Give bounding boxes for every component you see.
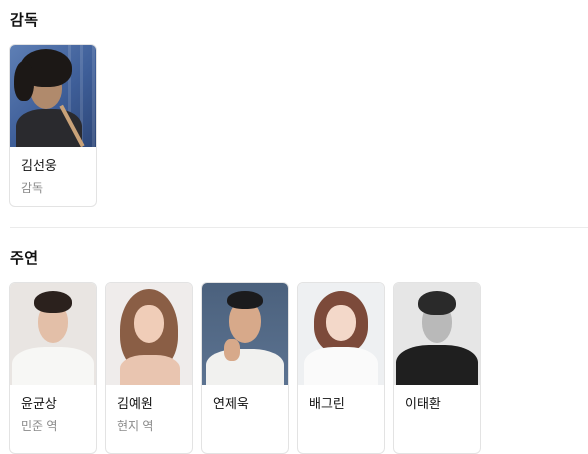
cast-photo[interactable]	[298, 283, 384, 385]
cast-card[interactable]: 김예원 현지 역	[105, 282, 193, 454]
cast-photo[interactable]	[394, 283, 480, 385]
cast-photo[interactable]	[106, 283, 192, 385]
director-role: 감독	[21, 181, 44, 195]
cast-role: 현지 역	[117, 419, 154, 433]
cast-photo[interactable]	[10, 283, 96, 385]
cast-name: 연제욱	[213, 396, 249, 411]
cast-photo[interactable]	[202, 283, 288, 385]
cast-name: 윤균상	[21, 396, 57, 411]
cast-card[interactable]: 배그린	[297, 282, 385, 454]
section-divider	[10, 227, 588, 228]
cast-role: 민준 역	[21, 419, 58, 433]
cast-card[interactable]: 윤균상 민준 역	[9, 282, 97, 454]
director-name: 김선웅	[21, 158, 57, 173]
cast-section-title: 주연	[10, 250, 39, 267]
director-card[interactable]: 김선웅 감독	[9, 44, 97, 207]
cast-card[interactable]: 이태환	[393, 282, 481, 454]
director-section-title: 감독	[10, 12, 39, 29]
cast-name: 배그린	[309, 396, 345, 411]
cast-name: 김예원	[117, 396, 153, 411]
director-photo[interactable]	[10, 45, 96, 147]
cast-name: 이태환	[405, 396, 441, 411]
cast-card[interactable]: 연제욱	[201, 282, 289, 454]
